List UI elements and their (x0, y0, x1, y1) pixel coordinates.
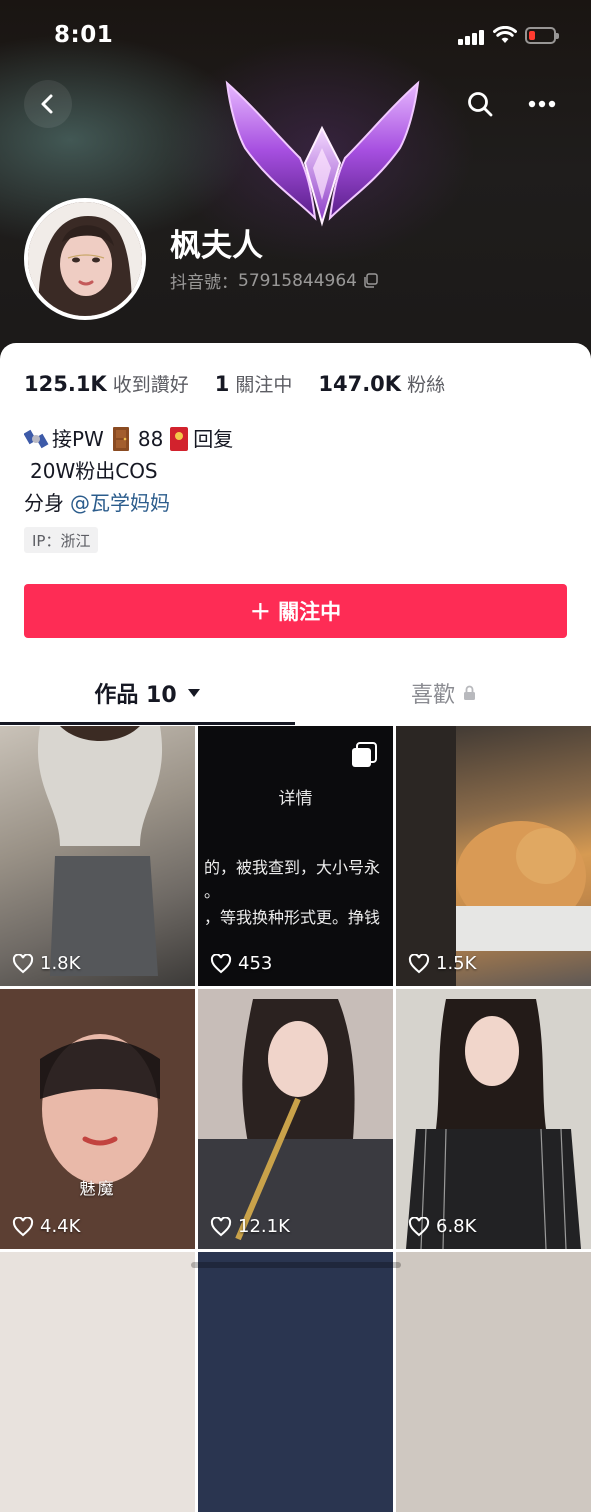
tab-works[interactable]: 作品 10 (0, 665, 295, 721)
video-thumbnail[interactable]: 6.8K (396, 989, 591, 1249)
status-time: 8:01 (54, 22, 114, 48)
thumbnail-image (0, 989, 195, 1249)
video-likes-count: 6.8K (436, 1216, 477, 1237)
back-button[interactable] (24, 80, 72, 128)
heart-icon (12, 1216, 34, 1236)
back-icon (41, 94, 53, 114)
active-tab-indicator (0, 722, 295, 725)
lock-icon (464, 685, 475, 700)
bio-text: 分身 (24, 491, 64, 515)
rank-emblem-image (225, 80, 420, 227)
stat-value: 125.1K (24, 372, 107, 396)
dropdown-icon (187, 689, 200, 697)
thumbnail-text: ，等我换种形式更。挣钱 (204, 908, 381, 927)
douyin-id[interactable]: 抖音號： 57915844964 (170, 268, 378, 293)
heart-icon (210, 953, 232, 973)
stat-followers[interactable]: 147.0K 粉絲 (318, 370, 445, 397)
profile-nickname: 枫夫人 (170, 228, 263, 264)
stat-label: 粉絲 (407, 374, 446, 396)
video-likes: 1.8K (12, 953, 80, 974)
copy-icon[interactable] (363, 273, 378, 288)
profile-bio: 接PW 88 回复 20W粉出COS 分身 @瓦学妈妈 (24, 423, 233, 519)
douyin-id-label: 抖音號： (170, 273, 238, 293)
video-likes: 1.5K (408, 953, 476, 974)
stat-likes-received[interactable]: 125.1K 收到讚好 (24, 370, 189, 397)
video-likes: 12.1K (210, 1216, 290, 1237)
heart-icon (408, 1216, 430, 1236)
multi-image-icon (352, 742, 377, 767)
video-likes: 4.4K (12, 1216, 80, 1237)
profile-header: 8:01 枫夫人 抖音號： 57915844964 (0, 0, 591, 380)
video-likes-count: 4.4K (40, 1216, 81, 1237)
bio-mention-link[interactable]: @瓦学妈妈 (70, 487, 170, 519)
video-thumbnail[interactable] (0, 1252, 195, 1512)
follow-button[interactable]: ＋ 關注中 (24, 584, 567, 638)
profile-stats: 125.1K 收到讚好 1 關注中 147.0K 粉絲 (24, 370, 471, 397)
more-button[interactable] (520, 82, 564, 126)
video-thumbnail[interactable]: 12.1K (198, 989, 393, 1249)
status-bar: 8:01 (0, 0, 591, 76)
bio-line-1: 接PW 88 回复 (24, 423, 233, 455)
heart-icon (408, 953, 430, 973)
thumbnail-text: 的，被我查到，大小号永 (204, 858, 381, 877)
cellular-signal-icon (458, 29, 484, 45)
content-tabs: 作品 10 喜歡 (0, 665, 591, 725)
stat-value: 147.0K (318, 372, 402, 396)
wifi-icon (493, 26, 517, 43)
thumbnail-text: 。 (204, 882, 221, 901)
video-likes: 6.8K (408, 1216, 476, 1237)
tab-likes[interactable]: 喜歡 (296, 665, 591, 721)
search-icon (468, 92, 493, 117)
thumbnail-image (396, 726, 591, 986)
bio-line-3: 分身 @瓦学妈妈 (24, 487, 233, 519)
door-emoji-icon (112, 427, 129, 451)
battery-icon (525, 27, 559, 44)
video-thumbnail[interactable] (396, 1252, 591, 1512)
bio-text: 88 (137, 427, 164, 451)
stat-label: 收到讚好 (112, 374, 189, 396)
thumbnail-caption: 魅魔 (79, 1179, 116, 1198)
stat-label: 關注中 (235, 374, 293, 396)
tab-works-label: 作品 10 (94, 683, 177, 708)
video-thumbnail[interactable]: 1.8K (0, 726, 195, 986)
bio-text: 接PW (52, 427, 104, 451)
video-thumbnail[interactable] (198, 1252, 393, 1512)
ip-location-tag: IP：浙江 (24, 527, 99, 553)
satellite-emoji-icon (24, 429, 49, 449)
stat-value: 1 (214, 372, 230, 396)
heart-icon (210, 1216, 232, 1236)
video-likes-count: 1.8K (40, 953, 81, 974)
bio-text: 回复 (193, 427, 234, 451)
video-likes: 453 (210, 953, 272, 974)
bio-text: 20W粉出COS (30, 459, 158, 483)
thumbnail-image (198, 989, 393, 1249)
video-likes-count: 1.5K (436, 953, 477, 974)
bio-line-2: 20W粉出COS (24, 455, 233, 487)
avatar[interactable] (24, 198, 146, 320)
more-icon (528, 100, 556, 108)
video-likes-count: 12.1K (238, 1216, 290, 1237)
video-likes-count: 453 (238, 953, 273, 974)
search-button[interactable] (458, 82, 502, 126)
thumbnail-image (396, 989, 591, 1249)
tab-likes-label: 喜歡 (410, 683, 455, 708)
video-thumbnail[interactable]: 魅魔 4.4K (0, 989, 195, 1249)
thumbnail-title: 详情 (278, 789, 313, 809)
home-indicator (191, 1262, 401, 1268)
stat-following[interactable]: 1 關注中 (215, 370, 293, 397)
red-envelope-emoji-icon (170, 427, 189, 451)
heart-icon (12, 953, 34, 973)
thumbnail-image (37, 726, 163, 976)
profile-card: 125.1K 收到讚好 1 關注中 147.0K 粉絲 接PW 88 回复 20… (0, 343, 591, 1512)
douyin-id-value: 57915844964 (238, 270, 357, 291)
video-thumbnail[interactable]: 详情 的，被我查到，大小号永 。 ，等我换种形式更。挣钱 453 (198, 726, 393, 986)
video-thumbnail[interactable]: 1.5K (396, 726, 591, 986)
